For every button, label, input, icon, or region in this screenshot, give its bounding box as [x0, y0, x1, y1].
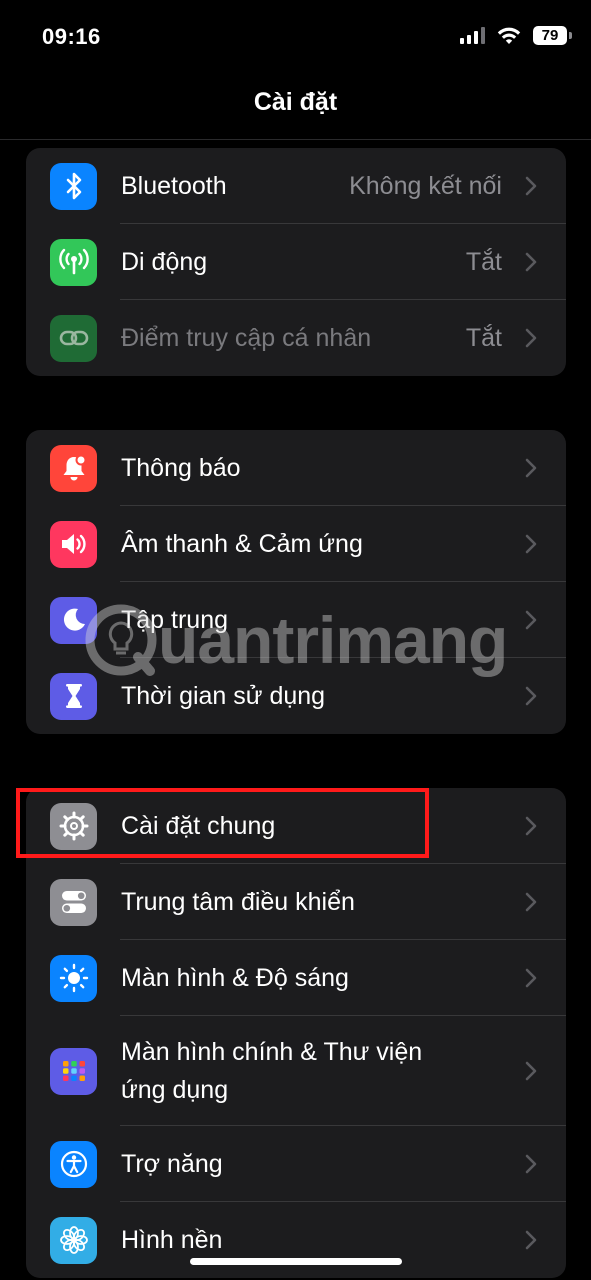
chevron-right-icon [516, 963, 546, 993]
speaker-icon [50, 520, 97, 568]
chevron-right-icon [516, 811, 546, 841]
settings-item-label: Hình nền [121, 1226, 223, 1254]
settings-item-accessibility[interactable]: Trợ năng [26, 1126, 566, 1202]
settings-item-label-line1: Màn hình chính & Thư viện [121, 1038, 423, 1066]
settings-item-label: Trợ năng [121, 1150, 223, 1178]
chevron-right-icon [516, 681, 546, 711]
header-divider [0, 139, 591, 140]
cellular-signal-icon [460, 27, 485, 44]
page-title: Cài đặt [253, 88, 338, 116]
settings-item-label: Trung tâm điều khiển [121, 888, 355, 916]
settings-item-value: Tắt [465, 323, 502, 352]
settings-item-label: Điểm truy cập cá nhân [121, 324, 372, 352]
chevron-right-icon [516, 453, 546, 483]
highlight-box [16, 788, 429, 858]
wifi-icon [497, 27, 521, 44]
app-grid-icon [50, 1047, 97, 1095]
status-indicators: 79 [460, 26, 572, 45]
battery-indicator: 79 [533, 26, 572, 45]
settings-item-personal-hotspot[interactable]: Điểm truy cập cá nhân Tắt [26, 300, 566, 376]
bell-icon [50, 444, 97, 492]
connectivity-group: Bluetooth Không kết nối Di động Tắt Điểm… [26, 148, 566, 376]
antenna-icon [50, 238, 97, 286]
status-bar: 09:16 79 [0, 0, 591, 70]
settings-item-bluetooth[interactable]: Bluetooth Không kết nối [26, 148, 566, 224]
settings-item-wallpaper[interactable]: Hình nền [26, 1202, 566, 1278]
settings-item-display-brightness[interactable]: Màn hình & Độ sáng [26, 940, 566, 1016]
chevron-right-icon [516, 1225, 546, 1255]
status-time: 09:16 [42, 24, 101, 49]
chevron-right-icon [516, 171, 546, 201]
settings-item-label: Màn hình chính & Thư viện ứng dụng [121, 1033, 516, 1109]
settings-item-label: Tập trung [121, 606, 229, 634]
chevron-right-icon [516, 323, 546, 353]
hourglass-icon [50, 672, 97, 720]
settings-item-label: Âm thanh & Cảm ứng [121, 530, 363, 558]
sun-icon [50, 954, 97, 1002]
settings-item-home-screen-app-library[interactable]: Màn hình chính & Thư viện ứng dụng [26, 1016, 566, 1126]
settings-item-label: Bluetooth [121, 172, 227, 200]
toggles-icon [50, 878, 97, 926]
settings-item-value: Không kết nối [349, 171, 502, 200]
accessibility-icon [50, 1140, 97, 1188]
settings-item-label-line2: ứng dụng [121, 1076, 229, 1104]
settings-item-sounds-haptics[interactable]: Âm thanh & Cảm ứng [26, 506, 566, 582]
chevron-right-icon [516, 247, 546, 277]
settings-item-label: Thời gian sử dụng [121, 682, 326, 710]
chevron-right-icon [516, 887, 546, 917]
settings-item-screen-time[interactable]: Thời gian sử dụng [26, 658, 566, 734]
bluetooth-icon [50, 162, 97, 210]
settings-item-mobile-data[interactable]: Di động Tắt [26, 224, 566, 300]
chevron-right-icon [516, 1149, 546, 1179]
chevron-right-icon [516, 605, 546, 635]
home-indicator[interactable] [190, 1258, 402, 1265]
settings-item-label: Màn hình & Độ sáng [121, 964, 349, 992]
moon-icon [50, 596, 97, 644]
settings-item-focus[interactable]: Tập trung [26, 582, 566, 658]
settings-item-label: Thông báo [121, 454, 241, 482]
settings-item-control-center[interactable]: Trung tâm điều khiển [26, 864, 566, 940]
general-group: Cài đặt chung Trung tâm điều khiển Màn h… [26, 788, 566, 1278]
notifications-group: Thông báo Âm thanh & Cảm ứng Tập trung T… [26, 430, 566, 734]
chevron-right-icon [516, 1056, 546, 1086]
settings-item-label: Di động [121, 248, 208, 276]
settings-item-notifications[interactable]: Thông báo [26, 430, 566, 506]
link-icon [50, 314, 97, 362]
flower-icon [50, 1216, 97, 1264]
settings-item-value: Tắt [465, 247, 502, 276]
chevron-right-icon [516, 529, 546, 559]
